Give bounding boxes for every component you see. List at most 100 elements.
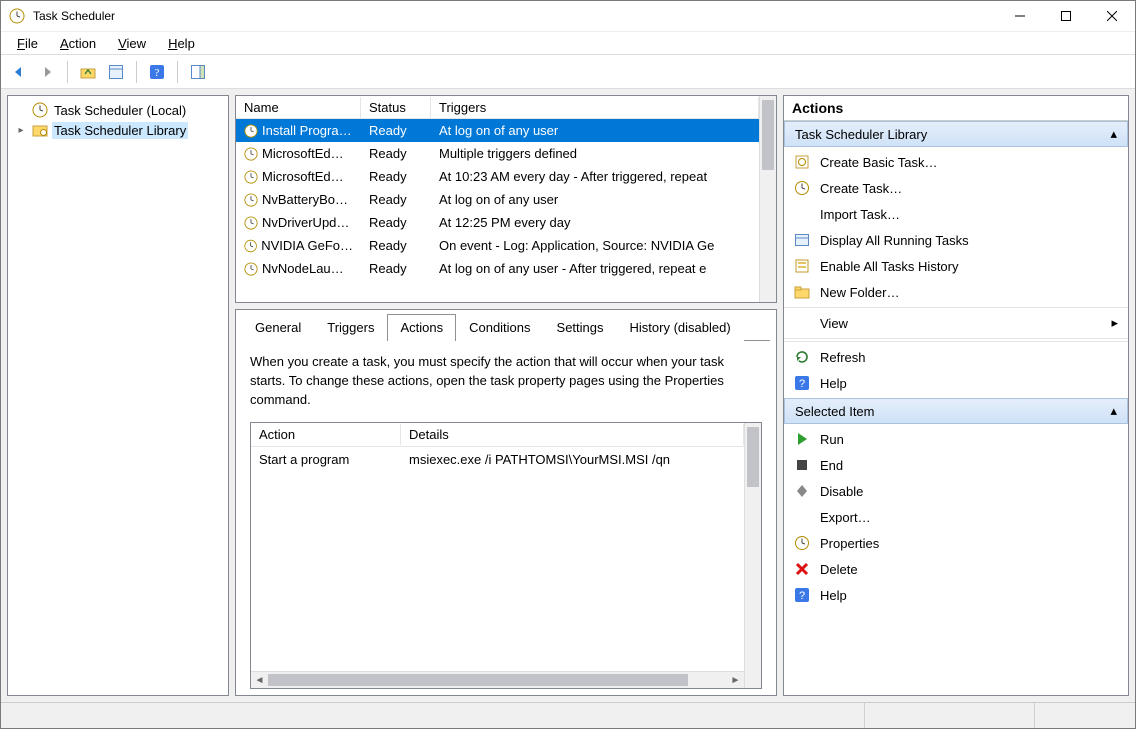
col-name[interactable]: Name xyxy=(236,97,361,118)
action-label: Export… xyxy=(820,510,871,525)
actions-col-details[interactable]: Details xyxy=(401,424,744,445)
task-status: Ready xyxy=(361,144,431,163)
task-row[interactable]: NvDriverUpd…ReadyAt 12:25 PM every day xyxy=(236,211,759,234)
chevron-up-icon: ▴ xyxy=(1110,403,1117,419)
minimize-button[interactable] xyxy=(997,1,1043,32)
action-delete[interactable]: Delete xyxy=(784,556,1128,582)
end-icon xyxy=(794,457,810,473)
task-trigger: Multiple triggers defined xyxy=(431,144,759,163)
disable-icon xyxy=(794,483,810,499)
menu-file[interactable]: File xyxy=(9,34,46,53)
toolbar-properties-button[interactable] xyxy=(104,60,128,84)
clock-icon xyxy=(244,170,258,184)
col-triggers[interactable]: Triggers xyxy=(431,97,759,118)
actions-col-action[interactable]: Action xyxy=(251,424,401,445)
nav-back-button[interactable] xyxy=(7,60,31,84)
properties-icon xyxy=(794,535,810,551)
create-basic-task-icon xyxy=(794,154,810,170)
task-row[interactable]: NVIDIA GeFo…ReadyOn event - Log: Applica… xyxy=(236,234,759,257)
toolbar-help-button[interactable]: ? xyxy=(145,60,169,84)
task-trigger: At 12:25 PM every day xyxy=(431,213,759,232)
task-list-v-scroll[interactable] xyxy=(759,96,776,302)
run-icon xyxy=(794,431,810,447)
menu-action[interactable]: Action xyxy=(52,34,104,53)
actions-h-scroll[interactable]: ◄ ► xyxy=(251,671,744,688)
svg-text:?: ? xyxy=(155,67,160,79)
actions-table: Action Details Start a programmsiexec.ex… xyxy=(250,422,762,689)
folder-arrow-icon xyxy=(80,64,96,80)
nav-forward-button[interactable] xyxy=(35,60,59,84)
scroll-left-icon[interactable]: ◄ xyxy=(251,672,268,688)
task-trigger: On event - Log: Application, Source: NVI… xyxy=(431,236,759,255)
action-label: Create Task… xyxy=(820,181,902,196)
menu-file-label: ile xyxy=(25,36,38,51)
chevron-right-icon[interactable]: ▸ xyxy=(18,125,23,136)
action-import-task[interactable]: Import Task… xyxy=(784,201,1128,227)
tree-root[interactable]: Task Scheduler (Local) xyxy=(8,100,228,120)
actions-section-selected[interactable]: Selected Item ▴ xyxy=(784,398,1128,424)
clock-icon xyxy=(244,262,258,276)
svg-text:?: ? xyxy=(799,590,805,602)
task-row[interactable]: NvNodeLau…ReadyAt log on of any user - A… xyxy=(236,257,759,280)
task-row[interactable]: MicrosoftEd…ReadyMultiple triggers defin… xyxy=(236,142,759,165)
h-scroll-thumb[interactable] xyxy=(268,674,688,686)
maximize-button[interactable] xyxy=(1043,1,1089,32)
toolbar-show-actions-button[interactable] xyxy=(186,60,210,84)
action-export[interactable]: Export… xyxy=(784,504,1128,530)
pane-icon xyxy=(190,64,206,80)
menubar: File Action View Help xyxy=(1,32,1135,55)
toolbar-folder-up-button[interactable] xyxy=(76,60,100,84)
arrow-left-icon xyxy=(11,64,27,80)
minimize-icon xyxy=(1015,11,1025,21)
toolbar: ? xyxy=(1,55,1135,89)
action-help[interactable]: ?Help xyxy=(784,582,1128,608)
close-icon xyxy=(1107,11,1117,21)
export-icon xyxy=(794,509,810,525)
action-view[interactable]: View▸ xyxy=(784,310,1128,336)
task-row[interactable]: Install Progra…ReadyAt log on of any use… xyxy=(236,119,759,142)
task-row[interactable]: NvBatteryBo…ReadyAt log on of any user xyxy=(236,188,759,211)
tab-general[interactable]: General xyxy=(242,314,314,341)
tree-library[interactable]: ▸ Task Scheduler Library xyxy=(8,120,228,140)
action-refresh[interactable]: Refresh xyxy=(784,344,1128,370)
action-create-basic-task[interactable]: Create Basic Task… xyxy=(784,149,1128,175)
clock-icon xyxy=(32,102,48,118)
status-bar xyxy=(1,702,1135,728)
v-scroll-thumb[interactable] xyxy=(747,427,759,487)
close-button[interactable] xyxy=(1089,1,1135,32)
action-end[interactable]: End xyxy=(784,452,1128,478)
col-status[interactable]: Status xyxy=(361,97,431,118)
actions-v-scroll[interactable] xyxy=(744,423,761,688)
action-details: msiexec.exe /i PATHTOMSI\YourMSI.MSI /qn xyxy=(401,450,744,469)
tab-settings[interactable]: Settings xyxy=(544,314,617,341)
clock-icon xyxy=(244,239,257,253)
menu-view[interactable]: View xyxy=(110,34,154,53)
tab-conditions[interactable]: Conditions xyxy=(456,314,543,341)
action-new-folder[interactable]: New Folder… xyxy=(784,279,1128,305)
action-display-all-running-tasks[interactable]: Display All Running Tasks xyxy=(784,227,1128,253)
action-label: View xyxy=(820,316,848,331)
scroll-right-icon[interactable]: ► xyxy=(727,672,744,688)
task-row[interactable]: MicrosoftEd…ReadyAt 10:23 AM every day -… xyxy=(236,165,759,188)
action-row[interactable]: Start a programmsiexec.exe /i PATHTOMSI\… xyxy=(251,447,744,472)
v-scroll-thumb[interactable] xyxy=(762,100,774,170)
action-label: New Folder… xyxy=(820,285,899,300)
action-properties[interactable]: Properties xyxy=(784,530,1128,556)
help-icon: ? xyxy=(794,375,810,391)
action-disable[interactable]: Disable xyxy=(784,478,1128,504)
menu-help[interactable]: Help xyxy=(160,34,203,53)
clock-icon xyxy=(244,147,258,161)
delete-icon xyxy=(794,561,810,577)
tab-history[interactable]: History (disabled) xyxy=(617,314,744,341)
refresh-icon xyxy=(794,349,810,365)
task-status: Ready xyxy=(361,236,431,255)
action-label: Help xyxy=(820,376,847,391)
action-create-task[interactable]: Create Task… xyxy=(784,175,1128,201)
action-help[interactable]: ? Help xyxy=(784,370,1128,396)
actions-description: When you create a task, you must specify… xyxy=(250,353,762,410)
tab-actions[interactable]: Actions xyxy=(387,314,456,341)
tab-triggers[interactable]: Triggers xyxy=(314,314,387,341)
action-enable-all-tasks-history[interactable]: Enable All Tasks History xyxy=(784,253,1128,279)
actions-section-library[interactable]: Task Scheduler Library ▴ xyxy=(784,121,1128,147)
action-run[interactable]: Run xyxy=(784,426,1128,452)
